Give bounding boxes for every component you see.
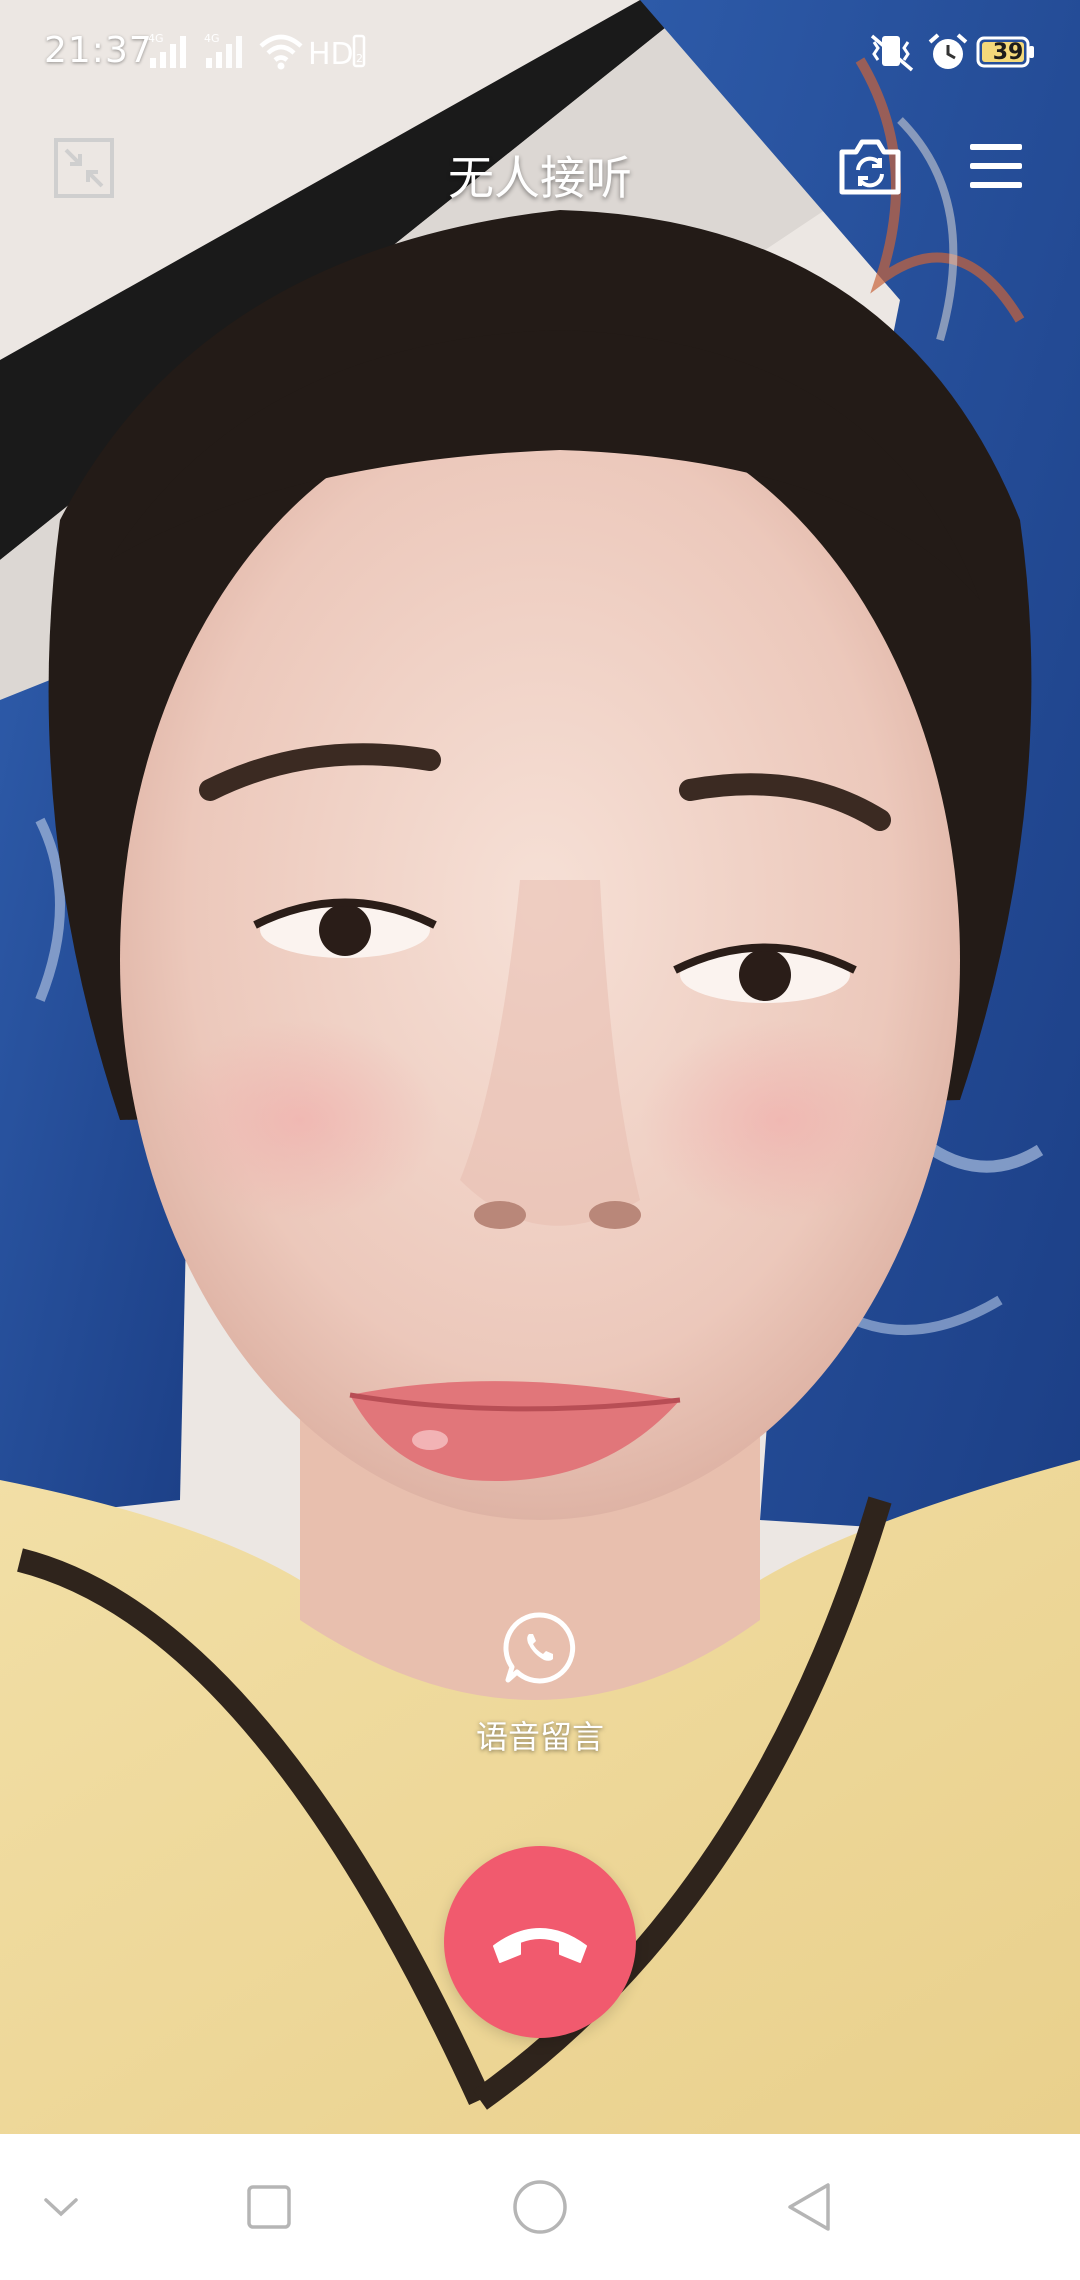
phone-chat-icon bbox=[503, 1612, 576, 1684]
status-time: 21:37 bbox=[44, 30, 153, 71]
recents-icon bbox=[247, 2185, 291, 2229]
call-status-text: 无人接听 bbox=[448, 151, 632, 205]
svg-text:HD: HD bbox=[308, 37, 354, 72]
video-call-screen: 21:37 4G 4G HD 2 39 无人接听 语音留言 bbox=[0, 0, 1080, 2280]
hangup-icon bbox=[493, 1928, 587, 1963]
camera-preview bbox=[0, 0, 1080, 2134]
alarm-icon bbox=[928, 33, 968, 69]
wifi-icon bbox=[259, 34, 303, 70]
svg-text:2: 2 bbox=[356, 52, 363, 65]
minimize-icon bbox=[54, 138, 114, 198]
svg-text:4G: 4G bbox=[204, 32, 220, 45]
signal-4g-icon: 4G bbox=[148, 32, 186, 68]
switch-camera-icon bbox=[839, 139, 901, 195]
switch-camera-button[interactable] bbox=[836, 136, 904, 198]
nav-back-button[interactable] bbox=[765, 2162, 855, 2252]
video-feed-image bbox=[0, 0, 1080, 2134]
voice-message-button[interactable]: 语音留言 bbox=[430, 1600, 650, 1770]
menu-icon bbox=[970, 144, 1022, 188]
navigation-bar bbox=[0, 2134, 1080, 2280]
hd-icon: HD 2 bbox=[308, 34, 366, 72]
signal-4g-icon: 4G bbox=[204, 32, 242, 68]
nav-recents-button[interactable] bbox=[224, 2162, 314, 2252]
hangup-button[interactable] bbox=[444, 1846, 636, 2038]
menu-button[interactable] bbox=[968, 140, 1024, 192]
home-icon bbox=[513, 2180, 567, 2234]
minimize-button[interactable] bbox=[52, 136, 116, 200]
nav-collapse-button[interactable] bbox=[16, 2162, 106, 2252]
nav-home-button[interactable] bbox=[495, 2162, 585, 2252]
chevron-down-icon bbox=[44, 2198, 78, 2217]
battery-level: 39 bbox=[992, 40, 1024, 65]
svg-text:4G: 4G bbox=[148, 32, 164, 45]
voice-message-label: 语音留言 bbox=[475, 1718, 604, 1756]
back-icon bbox=[788, 2183, 830, 2231]
vibrate-icon bbox=[870, 34, 914, 72]
status-bar: 21:37 4G 4G HD 2 39 bbox=[0, 0, 1080, 110]
